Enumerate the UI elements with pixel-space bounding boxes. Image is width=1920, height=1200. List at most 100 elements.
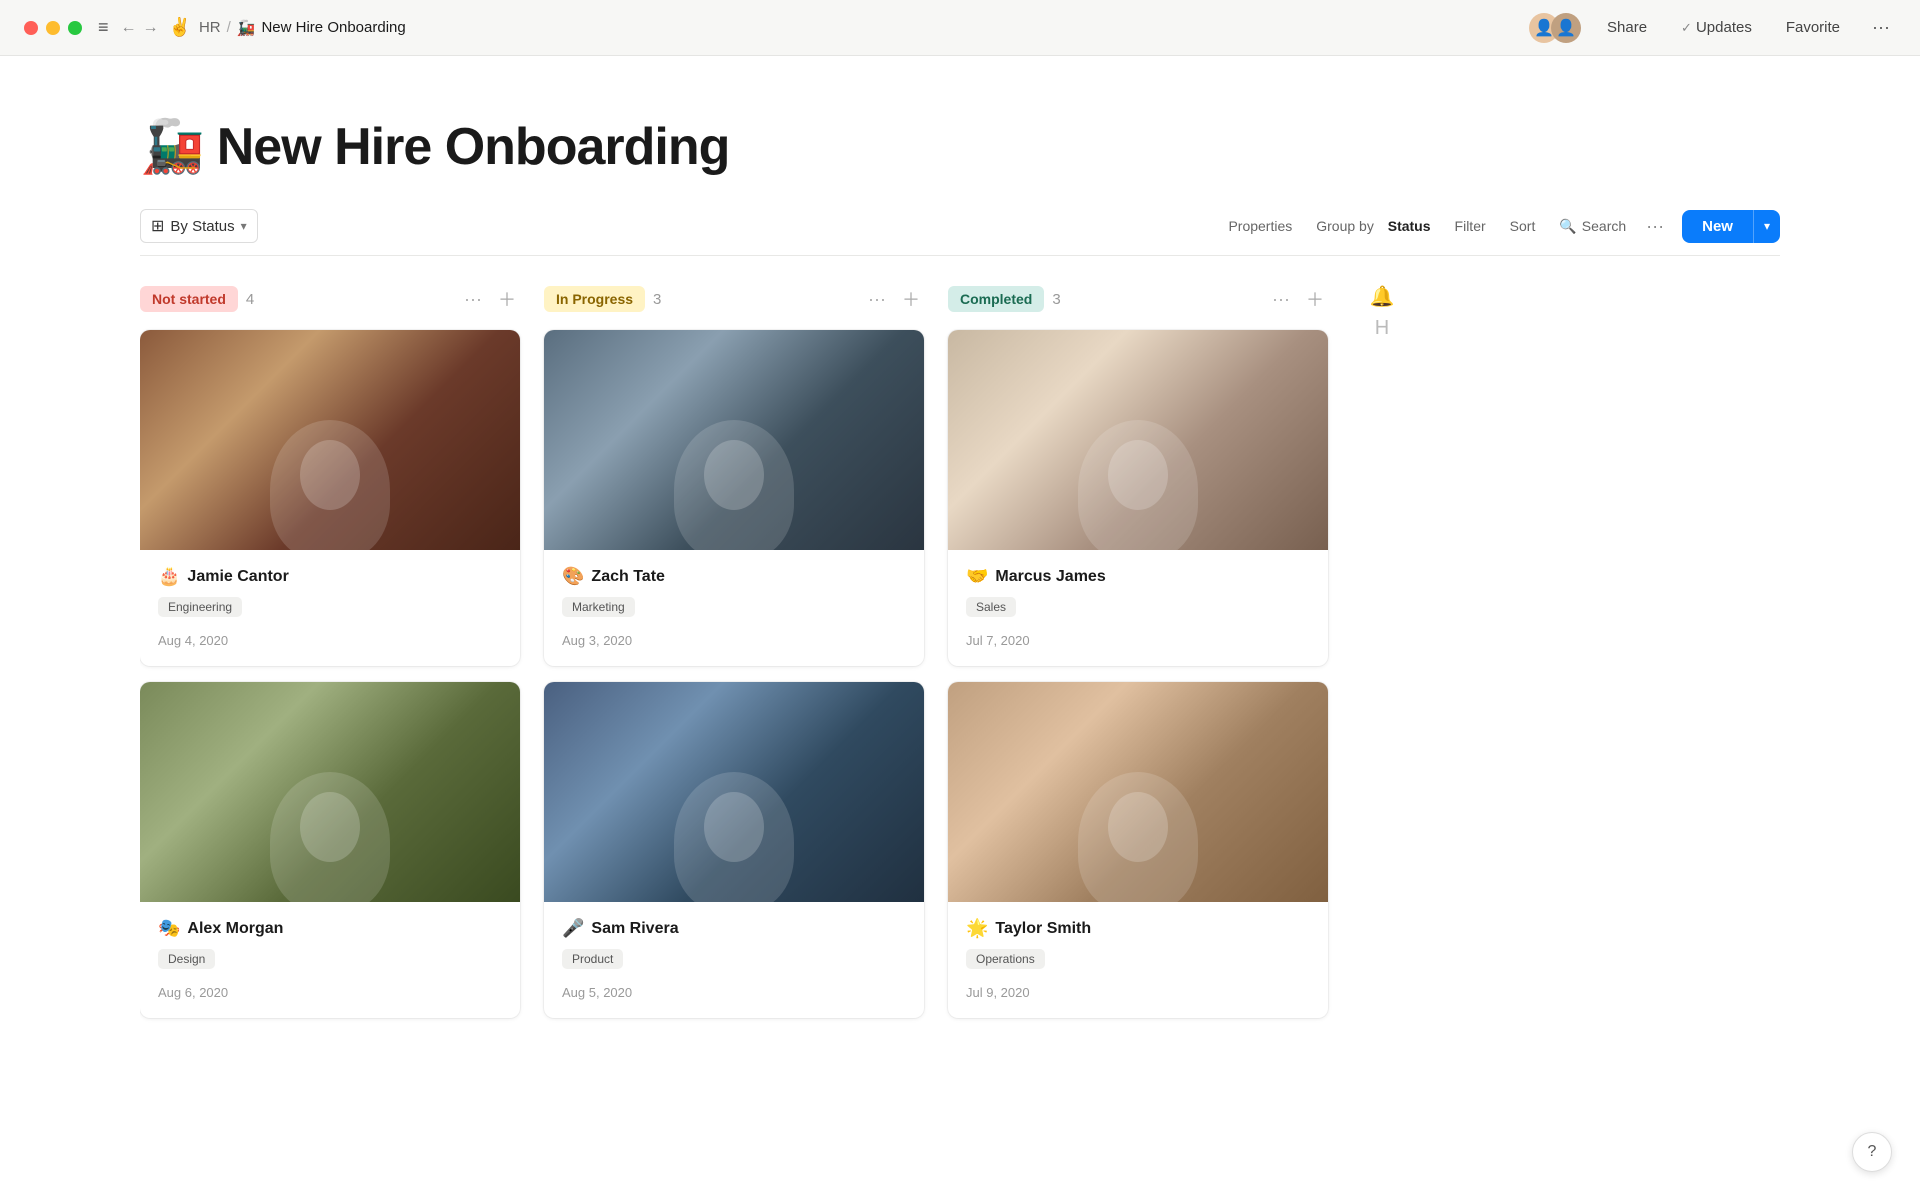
new-button-dropdown[interactable]: ▾ (1753, 210, 1780, 243)
column-more-completed[interactable]: ··· (1268, 287, 1294, 312)
user-avatars: 👤 👤 (1529, 13, 1581, 43)
card-name-zach: 🎨 Zach Tate (562, 566, 906, 587)
column-header-in-progress: In Progress 3 ··· ＋ (544, 284, 924, 314)
updates-button[interactable]: ✓ Updates (1673, 15, 1760, 40)
group-by-value: Status (1388, 218, 1431, 234)
properties-label: Properties (1228, 218, 1292, 234)
help-label: ? (1868, 1143, 1877, 1161)
group-by-prefix: Group by (1316, 218, 1374, 234)
card-emoji-alex: 🎭 (158, 918, 180, 939)
card-body-taylor: 🌟 Taylor Smith Operations Jul 9, 2020 (948, 902, 1328, 1018)
kanban-board: Not started 4 ··· ＋ 🎂 Jamie Cantor En (140, 284, 1780, 1034)
card-date-zach: Aug 3, 2020 (562, 633, 906, 648)
card-emoji-taylor: 🌟 (966, 918, 988, 939)
photo-face-marcus (948, 330, 1328, 550)
view-icon: ⊞ (151, 216, 164, 236)
group-by-button[interactable]: Group by Status (1304, 212, 1442, 240)
card-image-zach (544, 330, 924, 550)
new-button-group: New ▾ (1682, 210, 1780, 243)
search-label: Search (1582, 218, 1626, 234)
column-count-in-progress: 3 (653, 291, 661, 308)
status-badge-completed: Completed (948, 286, 1044, 312)
sidebar-toggle-icon[interactable]: ≡ (98, 17, 109, 38)
back-button[interactable]: ← (121, 19, 137, 37)
breadcrumb-title: New Hire Onboarding (261, 19, 405, 36)
card-body-sam: 🎤 Sam Rivera Product Aug 5, 2020 (544, 902, 924, 1018)
column-header-hidden: 🔔 H (1352, 284, 1412, 340)
card-taylor-smith[interactable]: 🌟 Taylor Smith Operations Jul 9, 2020 (948, 682, 1328, 1018)
breadcrumb-current: 🚂 New Hire Onboarding (237, 19, 406, 37)
favorite-button[interactable]: Favorite (1778, 15, 1848, 40)
nav-arrows: ← → (121, 19, 159, 37)
column-add-in-progress[interactable]: ＋ (898, 284, 924, 314)
forward-button[interactable]: → (143, 19, 159, 37)
card-body-marcus: 🤝 Marcus James Sales Jul 7, 2020 (948, 550, 1328, 666)
card-image-sam (544, 682, 924, 902)
card-date-taylor: Jul 9, 2020 (966, 985, 1310, 1000)
help-button[interactable]: ? (1852, 1132, 1892, 1172)
card-title-taylor: Taylor Smith (995, 920, 1091, 938)
column-add-completed[interactable]: ＋ (1302, 284, 1328, 314)
more-options-button[interactable]: ··· (1866, 13, 1896, 42)
wave-emoji: ✌️ (169, 17, 191, 38)
photo-face-zach (544, 330, 924, 550)
column-actions-not-started: ··· ＋ (460, 284, 520, 314)
card-image-jamie (140, 330, 520, 550)
card-title-zach: Zach Tate (591, 568, 665, 586)
card-title-marcus: Marcus James (995, 568, 1105, 586)
column-completed: Completed 3 ··· ＋ 🤝 Marcus James Sale (948, 284, 1328, 1034)
view-label: By Status (170, 218, 234, 235)
close-button[interactable] (24, 21, 38, 35)
search-button[interactable]: 🔍 Search (1547, 212, 1638, 241)
column-count-not-started: 4 (246, 291, 254, 308)
breadcrumb: HR / 🚂 New Hire Onboarding (199, 19, 406, 37)
breadcrumb-separator: / (227, 19, 231, 36)
card-name-taylor: 🌟 Taylor Smith (966, 918, 1310, 939)
card-image-marcus (948, 330, 1328, 550)
column-count-completed: 3 (1052, 291, 1060, 308)
card-emoji-sam: 🎤 (562, 918, 584, 939)
card-name-sam: 🎤 Sam Rivera (562, 918, 906, 939)
card-tag-zach: Marketing (562, 597, 635, 617)
share-button[interactable]: Share (1599, 15, 1655, 40)
column-add-not-started[interactable]: ＋ (494, 284, 520, 314)
sort-button[interactable]: Sort (1498, 212, 1548, 240)
card-name-marcus: 🤝 Marcus James (966, 566, 1310, 587)
page-title: New Hire Onboarding (217, 117, 730, 177)
avatar-2: 👤 (1551, 13, 1581, 43)
card-tag-alex: Design (158, 949, 215, 969)
toolbar: ⊞ By Status ▾ Properties Group by Status… (140, 209, 1780, 256)
card-marcus-james[interactable]: 🤝 Marcus James Sales Jul 7, 2020 (948, 330, 1328, 666)
card-title-alex: Alex Morgan (187, 920, 283, 938)
page-title-row: 🚂 New Hire Onboarding (140, 116, 1780, 177)
check-icon: ✓ (1681, 20, 1692, 36)
card-alex-morgan[interactable]: 🎭 Alex Morgan Design Aug 6, 2020 (140, 682, 520, 1018)
new-button[interactable]: New (1682, 210, 1753, 243)
card-jamie-cantor[interactable]: 🎂 Jamie Cantor Engineering Aug 4, 2020 (140, 330, 520, 666)
sort-label: Sort (1510, 218, 1536, 234)
card-body-zach: 🎨 Zach Tate Marketing Aug 3, 2020 (544, 550, 924, 666)
card-emoji-zach: 🎨 (562, 566, 584, 587)
column-more-not-started[interactable]: ··· (460, 287, 486, 312)
minimize-button[interactable] (46, 21, 60, 35)
card-date-sam: Aug 5, 2020 (562, 985, 906, 1000)
fullscreen-button[interactable] (68, 21, 82, 35)
toolbar-more-button[interactable]: ··· (1638, 210, 1672, 243)
filter-label: Filter (1455, 218, 1486, 234)
column-header-completed: Completed 3 ··· ＋ (948, 284, 1328, 314)
card-tag-sam: Product (562, 949, 623, 969)
view-selector[interactable]: ⊞ By Status ▾ (140, 209, 258, 243)
column-more-in-progress[interactable]: ··· (864, 287, 890, 312)
column-not-started: Not started 4 ··· ＋ 🎂 Jamie Cantor En (140, 284, 520, 1034)
card-name-alex: 🎭 Alex Morgan (158, 918, 502, 939)
breadcrumb-parent[interactable]: HR (199, 19, 221, 36)
column-actions-completed: ··· ＋ (1268, 284, 1328, 314)
hidden-label: H (1375, 317, 1389, 340)
column-actions-in-progress: ··· ＋ (864, 284, 924, 314)
properties-button[interactable]: Properties (1216, 212, 1304, 240)
column-header-not-started: Not started 4 ··· ＋ (140, 284, 520, 314)
card-zach-tate[interactable]: 🎨 Zach Tate Marketing Aug 3, 2020 (544, 330, 924, 666)
filter-button[interactable]: Filter (1443, 212, 1498, 240)
card-sam-rivera[interactable]: 🎤 Sam Rivera Product Aug 5, 2020 (544, 682, 924, 1018)
card-tag-jamie: Engineering (158, 597, 242, 617)
